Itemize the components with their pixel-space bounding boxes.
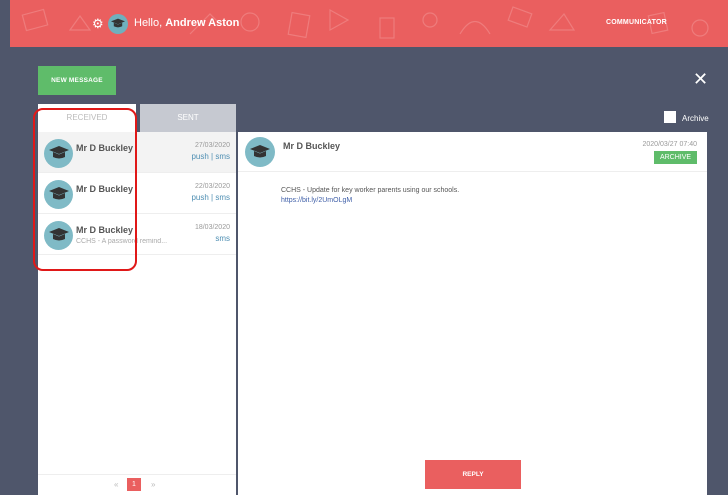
graduation-cap-icon — [49, 187, 69, 200]
sender-name: Mr D Buckley — [76, 143, 134, 153]
list-item[interactable]: Mr D Buckley CCHS - A password remind...… — [38, 214, 236, 255]
list-item[interactable]: Mr D Buckley 27/03/2020 push | sms — [38, 132, 236, 173]
pagination-next[interactable]: » — [151, 480, 155, 489]
message-preview: CCHS - A password remind... — [76, 238, 168, 245]
detail-sender-name: Mr D Buckley — [283, 141, 341, 151]
app-name: COMMUNICATOR — [606, 19, 667, 26]
graduation-cap-icon — [49, 146, 69, 159]
graduation-cap-icon — [49, 228, 69, 241]
graduation-cap-icon — [250, 145, 270, 158]
detail-header: Mr D Buckley 2020/03/27 07:40 ARCHIVE — [238, 132, 707, 172]
message-channels: push | sms — [191, 193, 230, 202]
message-list: Mr D Buckley 27/03/2020 push | sms Mr D … — [38, 132, 236, 495]
message-date: 18/03/2020 — [194, 224, 230, 231]
new-message-button[interactable]: NEW MESSAGE — [38, 66, 116, 95]
avatar — [44, 139, 73, 168]
sender-name: Mr D Buckley — [76, 225, 134, 235]
avatar — [245, 137, 275, 167]
message-text: CCHS - Update for key worker parents usi… — [281, 187, 460, 194]
archive-checkbox[interactable] — [664, 111, 676, 123]
pagination-current-page[interactable]: 1 — [127, 478, 141, 491]
message-date: 27/03/2020 — [194, 142, 230, 149]
sender-name: Mr D Buckley — [76, 184, 134, 194]
pagination: « 1 » — [38, 474, 236, 495]
avatar — [44, 180, 73, 209]
graduation-cap-icon — [111, 18, 125, 28]
pagination-prev[interactable]: « — [114, 480, 118, 489]
gear-icon[interactable]: ⚙ — [92, 17, 104, 30]
top-bar: ⚙ Hello, Andrew Aston COMMUNICATOR — [10, 0, 728, 47]
message-detail: Mr D Buckley 2020/03/27 07:40 ARCHIVE CC… — [238, 132, 707, 495]
tab-received[interactable]: RECEIVED — [38, 104, 136, 132]
message-channels: push | sms — [191, 152, 230, 161]
archive-label: Archive — [682, 114, 709, 123]
message-body: CCHS - Update for key worker parents usi… — [281, 186, 459, 206]
avatar — [44, 221, 73, 250]
list-item[interactable]: Mr D Buckley 22/03/2020 push | sms — [38, 173, 236, 214]
message-channels: sms — [215, 234, 230, 243]
avatar[interactable] — [108, 14, 128, 34]
tab-sent[interactable]: SENT — [140, 104, 236, 132]
greeting: Hello, Andrew Aston — [134, 17, 240, 29]
archive-button[interactable]: ARCHIVE — [654, 151, 697, 164]
detail-timestamp: 2020/03/27 07:40 — [642, 141, 698, 148]
close-icon[interactable]: ✕ — [693, 70, 708, 88]
reply-button[interactable]: REPLY — [425, 460, 521, 489]
message-date: 22/03/2020 — [194, 183, 230, 190]
message-link[interactable]: https://bit.ly/2UmOLgM — [281, 196, 459, 206]
